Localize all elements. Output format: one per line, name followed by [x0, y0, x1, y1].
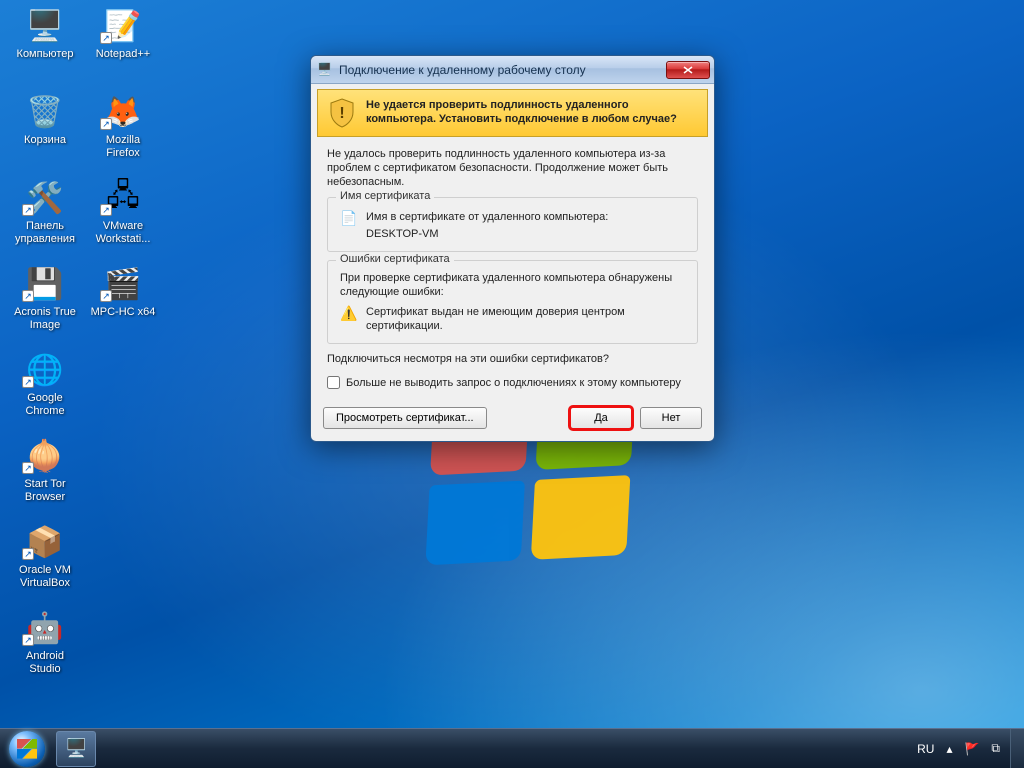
dont-ask-checkbox[interactable]	[327, 376, 340, 389]
app-icon: 🎬↗	[99, 264, 147, 304]
shortcut-arrow-icon: ↗	[22, 204, 34, 216]
app-icon: 🧅↗	[21, 436, 69, 476]
certificate-icon: 📄	[340, 210, 358, 227]
desktop-icon[interactable]: 🎬↗ MPC-HC x64	[86, 264, 160, 344]
desktop-icon[interactable]: 🖧↗VMware Workstati...	[86, 178, 160, 258]
errors-intro: При проверке сертификата удаленного комп…	[340, 271, 685, 299]
dialog-title: Подключение к удаленному рабочему столу	[339, 63, 666, 77]
desktop-icon[interactable]: 🧅↗Start Tor Browser	[8, 436, 82, 516]
taskbar: 🖥️ RU ▴ 🚩 ⧉	[0, 728, 1024, 768]
shortcut-arrow-icon: ↗	[22, 290, 34, 302]
warning-icon: ⚠️	[340, 305, 358, 322]
icon-label: Панель управления	[8, 220, 82, 246]
icon-label: VMware Workstati...	[86, 220, 160, 246]
app-icon: 📦↗	[21, 522, 69, 562]
warning-text: Не удается проверить подлинность удаленн…	[366, 98, 697, 128]
group-label: Имя сертификата	[336, 190, 434, 202]
rdp-cert-warning-dialog: 🖥️ Подключение к удаленному рабочему сто…	[310, 55, 715, 442]
group-label: Ошибки сертификата	[336, 253, 454, 265]
rdp-icon: 🖥️	[317, 62, 333, 78]
desktop-icon[interactable]: 💾↗Acronis True Image	[8, 264, 82, 344]
desktop-icon[interactable]: 🖥️ Компьютер	[8, 6, 82, 86]
app-icon: 🛠️↗	[21, 178, 69, 218]
certificate-errors-group: Ошибки сертификата При проверке сертифик…	[327, 260, 698, 344]
icon-label: Mozilla Firefox	[86, 134, 160, 160]
shortcut-arrow-icon: ↗	[100, 290, 112, 302]
desktop-icon[interactable]: 🤖↗Android Studio	[8, 608, 82, 688]
icon-label: Acronis True Image	[8, 306, 82, 332]
shortcut-arrow-icon: ↗	[22, 376, 34, 388]
tray-rdp-icon[interactable]: ⧉	[991, 741, 1000, 756]
shield-warning-icon: !	[328, 98, 356, 128]
error-item: Сертификат выдан не имеющим доверия цент…	[366, 305, 685, 333]
no-button[interactable]: Нет	[640, 407, 702, 429]
shortcut-arrow-icon: ↗	[22, 634, 34, 646]
yes-button[interactable]: Да	[570, 407, 632, 429]
desktop-icon[interactable]: 🦊↗Mozilla Firefox	[86, 92, 160, 172]
icon-label: Android Studio	[8, 650, 82, 676]
app-icon: 📝↗	[99, 6, 147, 46]
rdp-icon: 🖥️	[65, 738, 87, 759]
desktop-icon[interactable]: 🗑️ Корзина	[8, 92, 82, 172]
desktop-icon[interactable]: 📝↗ Notepad++	[86, 6, 160, 86]
dialog-body: Не удалось проверить подлинность удаленн…	[311, 137, 714, 403]
app-icon: 🌐↗	[21, 350, 69, 390]
language-indicator[interactable]: RU	[917, 742, 934, 756]
desktop-icon[interactable]: 🌐↗Google Chrome	[8, 350, 82, 430]
system-tray: RU ▴ 🚩 ⧉	[907, 741, 1010, 756]
app-icon: 🗑️	[21, 92, 69, 132]
cert-value: DESKTOP-VM	[366, 227, 608, 241]
cert-label: Имя в сертификате от удаленного компьюте…	[366, 210, 608, 224]
app-icon: 🖥️	[21, 6, 69, 46]
icon-label: Start Tor Browser	[8, 478, 82, 504]
warning-banner: ! Не удается проверить подлинность удале…	[317, 89, 708, 137]
tray-chevron-icon[interactable]: ▴	[946, 742, 952, 756]
icon-label: Notepad++	[86, 48, 160, 61]
icon-label: Компьютер	[8, 48, 82, 61]
dialog-titlebar[interactable]: 🖥️ Подключение к удаленному рабочему сто…	[311, 56, 714, 84]
view-certificate-button[interactable]: Просмотреть сертификат...	[323, 407, 487, 429]
desktop: 🖥️ Компьютер 📝↗ Notepad++ 🗑️ Корзина 🦊↗Mozilla…	[0, 0, 1024, 768]
icon-label: Google Chrome	[8, 392, 82, 418]
certificate-name-group: Имя сертификата 📄 Имя в сертификате от у…	[327, 197, 698, 252]
app-icon: 🦊↗	[99, 92, 147, 132]
svg-text:!: !	[339, 105, 344, 122]
icon-label: Oracle VM VirtualBox	[8, 564, 82, 590]
tray-flag-icon[interactable]: 🚩	[964, 742, 979, 756]
shortcut-arrow-icon: ↗	[100, 32, 112, 44]
desktop-icon[interactable]: 📦↗Oracle VM VirtualBox	[8, 522, 82, 602]
dont-ask-label: Больше не выводить запрос о подключениях…	[346, 377, 681, 389]
explanation-text: Не удалось проверить подлинность удаленн…	[327, 147, 698, 189]
shortcut-arrow-icon: ↗	[22, 548, 34, 560]
app-icon: 🤖↗	[21, 608, 69, 648]
icon-label: Корзина	[8, 134, 82, 147]
app-icon: 🖧↗	[99, 178, 147, 218]
show-desktop-button[interactable]	[1010, 729, 1024, 768]
dont-ask-row: Больше не выводить запрос о подключениях…	[327, 376, 698, 389]
connect-question: Подключиться несмотря на эти ошибки серт…	[327, 352, 698, 366]
shortcut-arrow-icon: ↗	[100, 204, 112, 216]
dialog-buttons: Просмотреть сертификат... Да Нет	[311, 403, 714, 441]
start-button[interactable]	[0, 729, 54, 768]
shortcut-arrow-icon: ↗	[100, 118, 112, 130]
icon-label: MPC-HC x64	[86, 306, 160, 319]
shortcut-arrow-icon: ↗	[22, 462, 34, 474]
close-button[interactable]	[666, 61, 710, 79]
desktop-icon[interactable]: 🛠️↗Панель управления	[8, 178, 82, 258]
app-icon: 💾↗	[21, 264, 69, 304]
taskbar-item-rdp[interactable]: 🖥️	[56, 731, 96, 767]
